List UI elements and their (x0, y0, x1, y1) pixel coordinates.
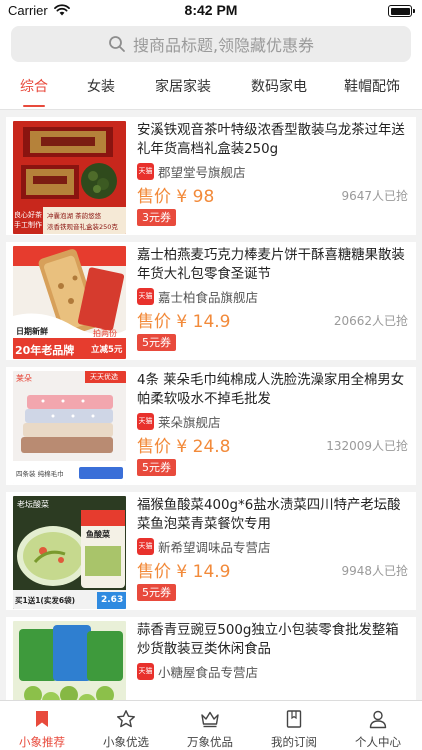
tabbar-item-selected[interactable]: 小象优选 (84, 701, 168, 750)
tmall-badge: 天猫 (137, 412, 154, 430)
tmall-badge: 天猫 (137, 162, 154, 180)
image-caption: 拍两份 (93, 329, 117, 338)
bottom-tab-bar: 小象推荐 小象优选 万象优品 我的订阅 个人中心 (0, 700, 422, 750)
battery-icon (388, 5, 415, 17)
search-placeholder: 搜商品标题,领隐藏优惠券 (132, 36, 315, 55)
product-image-green-peas (13, 621, 126, 700)
product-image-towel: 天天优选 莱朵 四条装 纯棉毛巾 (13, 371, 126, 484)
status-time: 8:42 PM (184, 2, 238, 18)
sold-count: 9948人已抢 (341, 564, 408, 578)
product-card[interactable]: 老坛酸菜 鱼酸菜 买1送1(实发6袋) 2.63 福猴鱼酸菜400g*6盐水渍菜… (6, 492, 416, 610)
crown-icon (201, 711, 219, 728)
product-title[interactable]: 嘉士柏燕麦巧克力棒麦片饼干酥喜糖糖果散装年货大礼包零食圣诞节 (137, 246, 409, 284)
shop-row: 天猫 嘉士柏食品旗舰店 (137, 287, 258, 306)
product-price: 售价 ¥ 98 (137, 187, 215, 207)
tabbar-item-premium[interactable]: 万象优品 (168, 701, 252, 750)
image-caption: 老坛酸菜 (17, 500, 49, 509)
product-price: 售价 ¥ 14.9 (137, 562, 231, 582)
tmall-badge: 天猫 (137, 537, 154, 555)
image-caption: 莱朵 (16, 374, 32, 383)
product-card[interactable]: 日期新鲜 20年老品牌 拍两份 立减5元 嘉士柏燕麦巧克力棒麦片饼干酥喜糖糖果散… (6, 242, 416, 360)
shop-name[interactable]: 莱朵旗舰店 (158, 412, 221, 431)
shop-name[interactable]: 小糖屋食品专营店 (158, 662, 258, 681)
image-caption: 鱼酸菜 (86, 530, 110, 539)
product-card[interactable]: 天天优选 莱朵 四条装 纯棉毛巾 4条 莱朵毛巾纯棉成人洗脸洗澡家用全棉男女帕柔… (6, 367, 416, 485)
image-caption: 四条装 纯棉毛巾 (16, 470, 64, 478)
image-caption: 日期新鲜 (16, 327, 48, 336)
tmall-badge: 天猫 (137, 662, 154, 680)
sold-count: 9647人已抢 (341, 189, 408, 203)
search-bar: 搜商品标题,领隐藏优惠券 (0, 22, 422, 68)
tabbar-label: 个人中心 (355, 735, 401, 749)
tabbar-label: 我的订阅 (271, 735, 317, 749)
tabbar-label: 小象推荐 (19, 735, 65, 749)
search-icon (109, 36, 125, 52)
shop-row: 天猫 新希望调味品专营店 (137, 537, 271, 556)
battery-level (390, 7, 410, 15)
image-caption: 买1送1(实发6袋) (15, 596, 76, 605)
shop-row: 天猫 郡望堂号旗舰店 (137, 162, 246, 181)
shop-row: 天猫 小糖屋食品专营店 (137, 662, 258, 681)
product-list: 良心好茶 手工制作 冲囊泡湖 茶韵悠悠 浓香铁观音礼盒装250克 安溪铁观音茶叶… (0, 110, 422, 700)
coupon-badge[interactable]: 5元券 (137, 584, 176, 601)
tab-digital-appliances[interactable]: 数码家电 (251, 68, 307, 110)
product-price: 售价 ¥ 14.9 (137, 312, 231, 332)
star-icon (117, 710, 135, 728)
product-price: 售价 ¥ 24.8 (137, 437, 231, 457)
tab-womens-clothing[interactable]: 女装 (87, 68, 115, 110)
tabbar-label: 小象优选 (103, 735, 149, 749)
image-caption: 浓香铁观音礼盒装250克 (47, 223, 118, 231)
book-icon (286, 710, 302, 728)
image-caption: 2.63 (101, 595, 124, 605)
coupon-badge[interactable]: 3元券 (137, 209, 176, 226)
shop-name[interactable]: 新希望调味品专营店 (158, 537, 271, 556)
tabbar-item-recommend[interactable]: 小象推荐 (0, 701, 84, 750)
image-caption: 天天优选 (90, 373, 118, 381)
product-title[interactable]: 福猴鱼酸菜400g*6盐水渍菜四川特产老坛酸菜鱼泡菜青菜餐饮专用 (137, 496, 409, 534)
category-tabs: 综合 女装 家居家装 数码家电 鞋帽配饰 (0, 68, 422, 110)
tabbar-label: 万象优品 (187, 735, 233, 749)
tab-comprehensive[interactable]: 综合 (20, 68, 48, 110)
product-image-oat-bar: 日期新鲜 20年老品牌 拍两份 立减5元 (13, 246, 126, 359)
bookmark-icon (36, 711, 48, 727)
status-bar: Carrier 8:42 PM (0, 0, 422, 22)
product-image-tea: 良心好茶 手工制作 冲囊泡湖 茶韵悠悠 浓香铁观音礼盒装250克 (13, 121, 126, 234)
tabbar-item-subscriptions[interactable]: 我的订阅 (252, 701, 336, 750)
image-caption: 冲囊泡湖 茶韵悠悠 (47, 212, 102, 220)
coupon-badge[interactable]: 5元券 (137, 334, 176, 351)
person-icon (369, 710, 387, 729)
coupon-badge[interactable]: 5元券 (137, 459, 176, 476)
shop-row: 天猫 莱朵旗舰店 (137, 412, 221, 431)
image-caption: 良心好茶 (14, 211, 42, 219)
image-caption: 20年老品牌 (15, 344, 75, 357)
product-title[interactable]: 蒜香青豆豌豆500g独立小包装零食批发整箱炒货散装豆类休闲食品 (137, 621, 409, 659)
tmall-badge: 天猫 (137, 287, 154, 305)
tab-shoes-accessories[interactable]: 鞋帽配饰 (344, 68, 400, 110)
image-caption: 立减5元 (91, 345, 123, 355)
search-input[interactable]: 搜商品标题,领隐藏优惠券 (11, 26, 411, 62)
product-card[interactable]: 蒜香青豆豌豆500g独立小包装零食批发整箱炒货散装豆类休闲食品 天猫 小糖屋食品… (6, 617, 416, 700)
tabbar-item-profile[interactable]: 个人中心 (336, 701, 420, 750)
product-title[interactable]: 安溪铁观音茶叶特级浓香型散装乌龙茶过年送礼年货高档礼盒装250g (137, 121, 409, 159)
product-card[interactable]: 良心好茶 手工制作 冲囊泡湖 茶韵悠悠 浓香铁观音礼盒装250克 安溪铁观音茶叶… (6, 117, 416, 235)
image-caption: 手工制作 (14, 221, 42, 229)
shop-name[interactable]: 郡望堂号旗舰店 (158, 162, 246, 181)
sold-count: 132009人已抢 (326, 439, 408, 453)
sold-count: 20662人已抢 (333, 314, 408, 328)
shop-name[interactable]: 嘉士柏食品旗舰店 (158, 287, 258, 306)
product-image-pickled-cabbage: 老坛酸菜 鱼酸菜 买1送1(实发6袋) 2.63 (13, 496, 126, 609)
product-title[interactable]: 4条 莱朵毛巾纯棉成人洗脸洗澡家用全棉男女帕柔软吸水不掉毛批发 (137, 371, 409, 409)
tab-home-furnishing[interactable]: 家居家装 (155, 68, 211, 110)
